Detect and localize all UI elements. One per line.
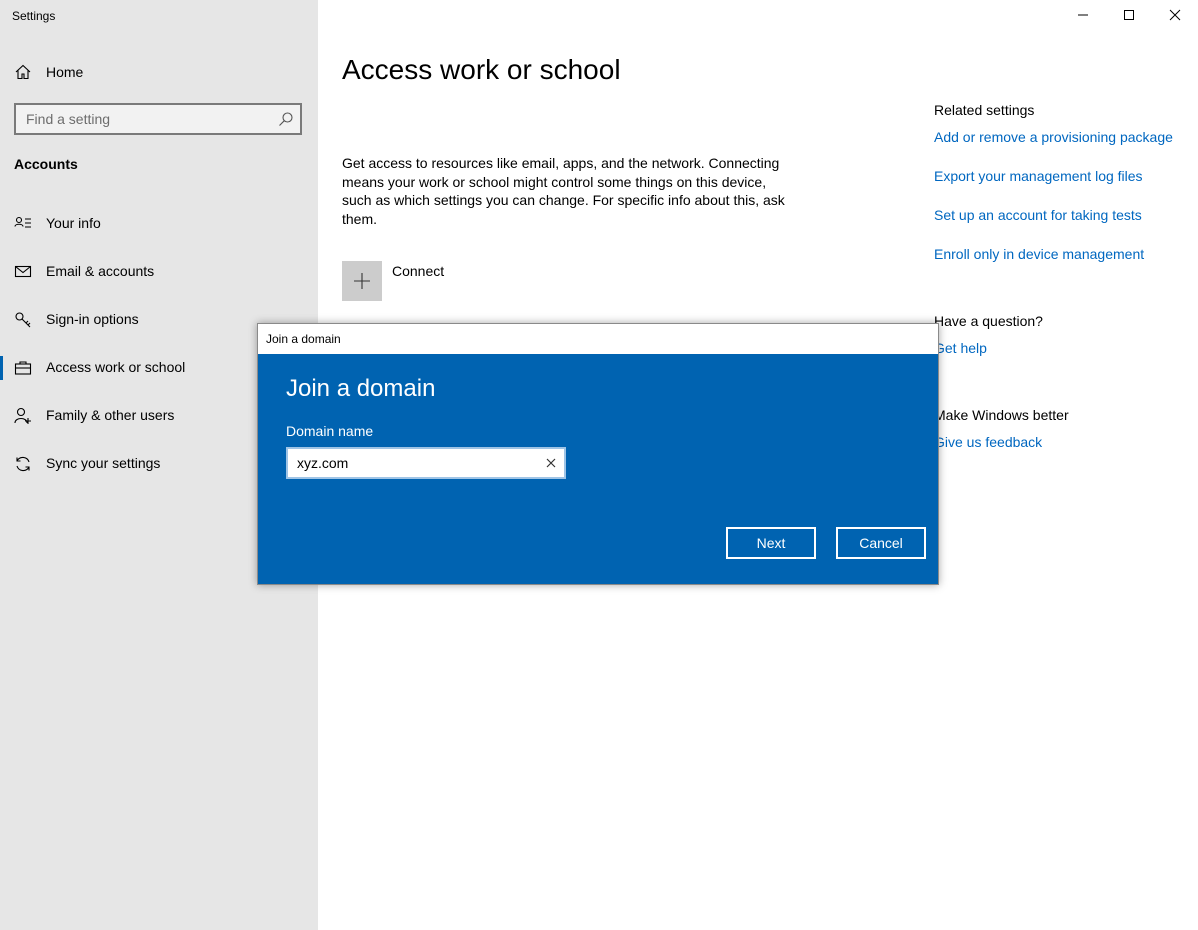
provisioning-package-link[interactable]: Add or remove a provisioning package	[934, 129, 1173, 145]
dialog-titlebar[interactable]: Join a domain	[258, 324, 938, 354]
sidebar-item-label: Your info	[46, 215, 101, 231]
maximize-icon	[1124, 10, 1134, 20]
domain-name-value[interactable]: xyz.com	[297, 455, 348, 471]
search-placeholder: Find a setting	[26, 111, 111, 127]
connect-label[interactable]: Connect	[392, 263, 444, 279]
home-nav-item[interactable]: Home	[0, 56, 318, 88]
dialog-heading: Join a domain	[286, 375, 436, 402]
sidebar-item-label: Email & accounts	[46, 263, 155, 279]
sidebar-item-label: Access work or school	[46, 359, 186, 375]
feedback-link[interactable]: Give us feedback	[934, 434, 1042, 450]
sidebar-item-label: Family & other users	[46, 407, 175, 423]
close-icon	[1169, 9, 1181, 21]
join-domain-dialog: Join a domain Join a domain Domain name …	[257, 323, 939, 585]
briefcase-icon	[14, 359, 32, 377]
active-indicator	[0, 356, 3, 380]
search-input[interactable]: Find a setting	[14, 103, 302, 135]
key-icon	[14, 311, 32, 329]
next-button[interactable]: Next	[726, 527, 816, 559]
device-management-link[interactable]: Enroll only in device management	[934, 246, 1144, 262]
home-icon	[14, 63, 32, 81]
plus-icon	[354, 273, 370, 289]
search-icon[interactable]	[278, 111, 294, 127]
sidebar-item-email-accounts[interactable]: Email & accounts	[0, 252, 318, 292]
dialog-window-title: Join a domain	[266, 332, 341, 346]
connect-button[interactable]	[342, 261, 382, 301]
mail-icon	[14, 263, 32, 281]
related-settings-header: Related settings	[934, 102, 1035, 118]
sidebar-item-your-info[interactable]: Your info	[0, 204, 318, 244]
add-person-icon	[14, 407, 32, 425]
sync-icon	[14, 455, 32, 473]
app-title: Settings	[12, 9, 56, 23]
sidebar-item-label: Sync your settings	[46, 455, 161, 471]
sidebar-item-label: Sign-in options	[46, 311, 139, 327]
get-help-link[interactable]: Get help	[934, 340, 987, 356]
page-description: Get access to resources like email, apps…	[342, 155, 785, 227]
domain-name-field[interactable]: xyz.com	[286, 447, 566, 479]
home-label: Home	[46, 64, 84, 80]
minimize-button[interactable]	[1060, 0, 1106, 30]
make-windows-better-header: Make Windows better	[934, 407, 1069, 423]
clear-icon[interactable]	[544, 456, 558, 470]
domain-name-label: Domain name	[286, 423, 374, 439]
cancel-button[interactable]: Cancel	[836, 527, 926, 559]
test-account-link[interactable]: Set up an account for taking tests	[934, 207, 1142, 223]
question-header: Have a question?	[934, 313, 1043, 329]
maximize-button[interactable]	[1106, 0, 1152, 30]
person-card-icon	[14, 215, 32, 233]
export-logs-link[interactable]: Export your management log files	[934, 168, 1143, 184]
close-window-button[interactable]	[1152, 0, 1198, 30]
settings-window: Settings Home Find a setting Accounts Yo…	[0, 0, 1198, 930]
minimize-icon	[1078, 14, 1088, 16]
section-title: Accounts	[14, 156, 78, 172]
page-title: Access work or school	[342, 54, 621, 85]
